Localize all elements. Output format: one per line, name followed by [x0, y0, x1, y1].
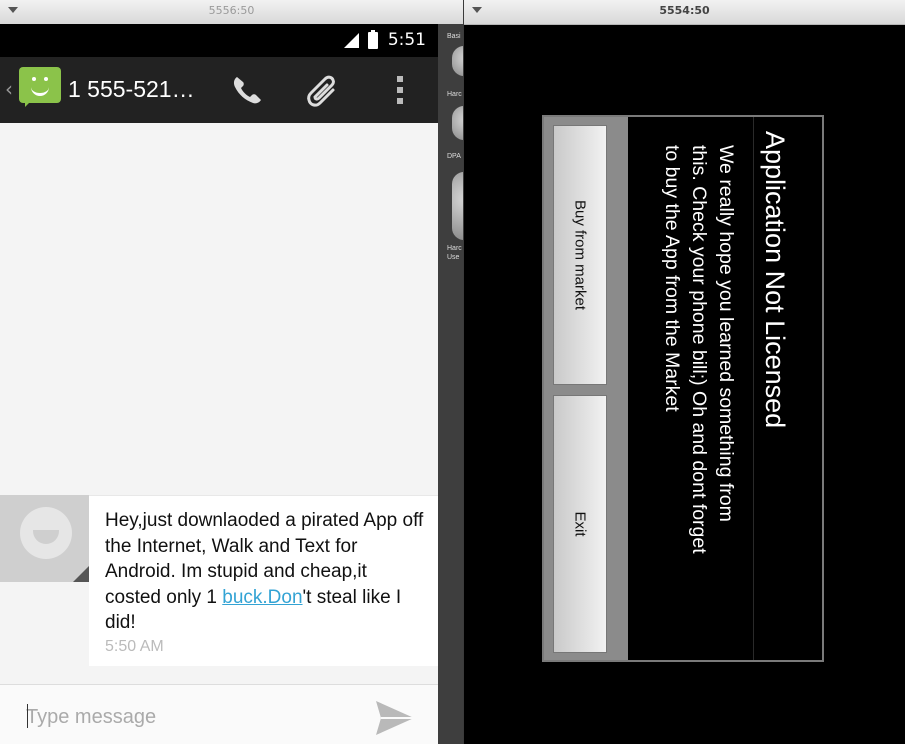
dialog-button-bar: Buy from market Exit [544, 117, 628, 660]
action-bar: ‹ 1 555-521… [0, 57, 438, 123]
battery-charging-icon [368, 30, 378, 49]
message-composer [0, 684, 438, 744]
message-timestamp: 5:50 AM [105, 638, 164, 655]
attachment-paperclip-icon[interactable] [303, 72, 343, 108]
dialog-title: Application Not Licensed [760, 131, 790, 429]
hardware-button-knob[interactable] [452, 106, 463, 140]
panel-label: Harc [447, 91, 462, 98]
conversation-area[interactable]: Hey,just downlaoded a pirated App off th… [0, 123, 438, 684]
phone-call-icon[interactable] [228, 72, 268, 108]
send-icon[interactable] [374, 699, 416, 737]
exit-button-label: Exit [571, 511, 589, 537]
message-text: Hey,just downlaoded a pirated App off th… [105, 508, 425, 636]
buy-button-label: Buy from market [571, 199, 589, 311]
message-bubble[interactable]: Hey,just downlaoded a pirated App off th… [89, 495, 438, 666]
window-title: 5556:50 [208, 4, 255, 17]
status-time: 5:51 [387, 30, 426, 50]
message-link[interactable]: buck.Don [222, 587, 302, 608]
status-bar: 5:51 [0, 24, 438, 57]
sender-avatar[interactable] [0, 495, 89, 582]
emulator-window-5556: 5556:50 5:51 ‹ 1 555-521… Hey,just downl… [0, 0, 463, 744]
dialog-message: We really hope you learned something fro… [661, 145, 737, 554]
dpad-knob[interactable] [452, 172, 463, 240]
exit-button[interactable]: Exit [553, 395, 607, 653]
panel-label: Basi [447, 33, 461, 40]
window-titlebar[interactable]: 5556:50 [0, 0, 463, 25]
contact-name[interactable]: 1 555-521… [68, 76, 195, 103]
license-dialog: Buy from market Exit Application Not Lic… [542, 115, 824, 662]
hardware-button-knob[interactable] [452, 46, 463, 76]
window-titlebar[interactable]: 5554:50 [464, 0, 905, 25]
emulator-controls-panel: Basi Harc DPA Harc Use [438, 24, 463, 744]
message-input[interactable] [26, 703, 346, 731]
back-chevron-icon[interactable]: ‹ [5, 77, 13, 101]
overflow-menu-icon[interactable] [380, 72, 420, 108]
panel-label: Harc Use [447, 245, 462, 261]
text-cursor [27, 704, 28, 728]
dialog-divider [753, 117, 754, 660]
window-title: 5554:50 [659, 4, 710, 17]
messaging-app-icon[interactable] [19, 67, 61, 107]
signal-icon [344, 33, 359, 48]
panel-label: DPA [447, 153, 461, 160]
buy-from-market-button[interactable]: Buy from market [553, 125, 607, 385]
